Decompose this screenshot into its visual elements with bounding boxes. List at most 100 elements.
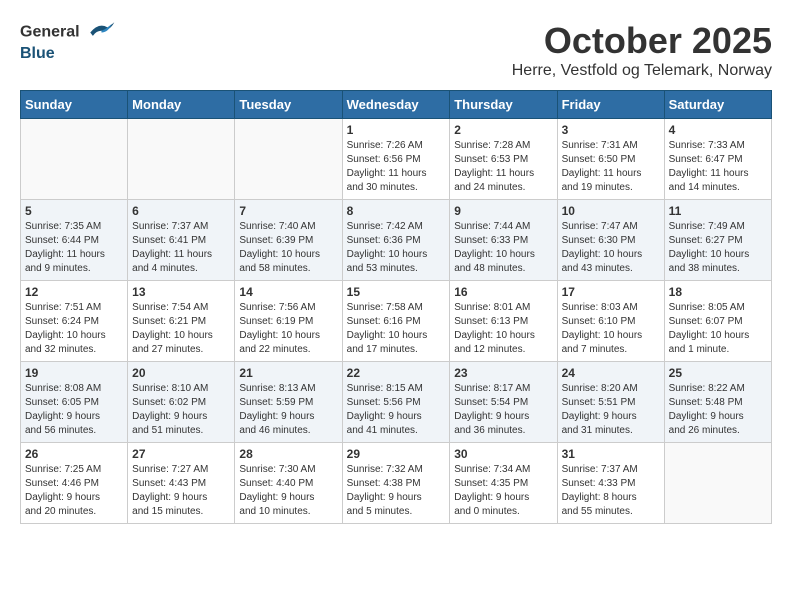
day-info: Sunrise: 7:49 AM Sunset: 6:27 PM Dayligh… <box>669 220 767 276</box>
calendar-header-sunday: Sunday <box>21 91 128 119</box>
day-info: Sunrise: 7:37 AM Sunset: 4:33 PM Dayligh… <box>562 463 660 519</box>
day-number: 6 <box>132 204 230 218</box>
day-info: Sunrise: 7:31 AM Sunset: 6:50 PM Dayligh… <box>562 139 660 195</box>
calendar-cell <box>128 119 235 200</box>
calendar-cell: 3 Sunrise: 7:31 AM Sunset: 6:50 PM Daylig… <box>557 119 664 200</box>
calendar-cell: 23 Sunrise: 8:17 AM Sunset: 5:54 PM Dayli… <box>450 362 557 443</box>
calendar-cell: 24Sunrise: 8:20 AM Sunset: 5:51 PM Dayli… <box>557 362 664 443</box>
day-number: 15 <box>347 285 446 299</box>
day-info: Sunrise: 8:08 AM Sunset: 6:05 PM Dayligh… <box>25 382 123 438</box>
day-info: Sunrise: 7:42 AM Sunset: 6:36 PM Dayligh… <box>347 220 446 276</box>
day-number: 8 <box>347 204 446 218</box>
day-info: Sunrise: 8:05 AM Sunset: 6:07 PM Dayligh… <box>669 301 767 357</box>
logo-general: General <box>20 20 116 45</box>
day-number: 20 <box>132 366 230 380</box>
day-info: Sunrise: 8:15 AM Sunset: 5:56 PM Dayligh… <box>347 382 446 438</box>
calendar-cell: 17 Sunrise: 8:03 AM Sunset: 6:10 PM Dayli… <box>557 281 664 362</box>
day-info: Sunrise: 8:03 AM Sunset: 6:10 PM Dayligh… <box>562 301 660 357</box>
day-number: 5 <box>25 204 123 218</box>
calendar-cell: 10Sunrise: 7:47 AM Sunset: 6:30 PM Dayli… <box>557 200 664 281</box>
calendar-header-monday: Monday <box>128 91 235 119</box>
calendar-cell: 4 Sunrise: 7:33 AM Sunset: 6:47 PM Daylig… <box>664 119 771 200</box>
header: General Blue October 2025 Herre, Vestfol… <box>20 20 772 80</box>
day-info: Sunrise: 7:27 AM Sunset: 4:43 PM Dayligh… <box>132 463 230 519</box>
day-info: Sunrise: 8:20 AM Sunset: 5:51 PM Dayligh… <box>562 382 660 438</box>
calendar-header-tuesday: Tuesday <box>235 91 342 119</box>
calendar-cell: 13 Sunrise: 7:54 AM Sunset: 6:21 PM Dayli… <box>128 281 235 362</box>
logo-bird-icon <box>86 20 116 45</box>
calendar-cell <box>235 119 342 200</box>
day-number: 23 <box>454 366 552 380</box>
calendar-cell: 11Sunrise: 7:49 AM Sunset: 6:27 PM Dayli… <box>664 200 771 281</box>
day-info: Sunrise: 7:44 AM Sunset: 6:33 PM Dayligh… <box>454 220 552 276</box>
day-number: 3 <box>562 123 660 137</box>
calendar-cell: 21 Sunrise: 8:13 AM Sunset: 5:59 PM Dayli… <box>235 362 342 443</box>
calendar-cell <box>664 443 771 524</box>
calendar-cell: 12Sunrise: 7:51 AM Sunset: 6:24 PM Dayli… <box>21 281 128 362</box>
day-number: 29 <box>347 447 446 461</box>
calendar-header-wednesday: Wednesday <box>342 91 450 119</box>
day-info: Sunrise: 7:28 AM Sunset: 6:53 PM Dayligh… <box>454 139 552 195</box>
day-number: 14 <box>239 285 337 299</box>
calendar-header-saturday: Saturday <box>664 91 771 119</box>
calendar-cell: 9Sunrise: 7:44 AM Sunset: 6:33 PM Daylig… <box>450 200 557 281</box>
day-info: Sunrise: 7:58 AM Sunset: 6:16 PM Dayligh… <box>347 301 446 357</box>
calendar-header-friday: Friday <box>557 91 664 119</box>
calendar-cell: 30 Sunrise: 7:34 AM Sunset: 4:35 PM Dayli… <box>450 443 557 524</box>
calendar-week-1: 1 Sunrise: 7:26 AM Sunset: 6:56 PM Daylig… <box>21 119 772 200</box>
calendar-cell: 15 Sunrise: 7:58 AM Sunset: 6:16 PM Dayli… <box>342 281 450 362</box>
day-info: Sunrise: 7:40 AM Sunset: 6:39 PM Dayligh… <box>239 220 337 276</box>
day-number: 19 <box>25 366 123 380</box>
day-number: 22 <box>347 366 446 380</box>
day-number: 1 <box>347 123 446 137</box>
calendar: SundayMondayTuesdayWednesdayThursdayFrid… <box>20 90 772 524</box>
day-number: 16 <box>454 285 552 299</box>
day-info: Sunrise: 7:25 AM Sunset: 4:46 PM Dayligh… <box>25 463 123 519</box>
month-title: October 2025 <box>512 20 772 62</box>
calendar-header-thursday: Thursday <box>450 91 557 119</box>
calendar-cell: 6 Sunrise: 7:37 AM Sunset: 6:41 PM Daylig… <box>128 200 235 281</box>
location-title: Herre, Vestfold og Telemark, Norway <box>512 62 772 80</box>
day-info: Sunrise: 7:34 AM Sunset: 4:35 PM Dayligh… <box>454 463 552 519</box>
day-info: Sunrise: 7:47 AM Sunset: 6:30 PM Dayligh… <box>562 220 660 276</box>
day-info: Sunrise: 8:01 AM Sunset: 6:13 PM Dayligh… <box>454 301 552 357</box>
day-info: Sunrise: 7:51 AM Sunset: 6:24 PM Dayligh… <box>25 301 123 357</box>
day-info: Sunrise: 7:26 AM Sunset: 6:56 PM Dayligh… <box>347 139 446 195</box>
calendar-cell: 2 Sunrise: 7:28 AM Sunset: 6:53 PM Daylig… <box>450 119 557 200</box>
day-number: 7 <box>239 204 337 218</box>
calendar-cell: 27Sunrise: 7:27 AM Sunset: 4:43 PM Dayli… <box>128 443 235 524</box>
day-info: Sunrise: 7:35 AM Sunset: 6:44 PM Dayligh… <box>25 220 123 276</box>
day-number: 4 <box>669 123 767 137</box>
day-info: Sunrise: 7:33 AM Sunset: 6:47 PM Dayligh… <box>669 139 767 195</box>
day-number: 21 <box>239 366 337 380</box>
day-info: Sunrise: 8:17 AM Sunset: 5:54 PM Dayligh… <box>454 382 552 438</box>
calendar-cell: 22 Sunrise: 8:15 AM Sunset: 5:56 PM Dayli… <box>342 362 450 443</box>
calendar-cell: 5 Sunrise: 7:35 AM Sunset: 6:44 PM Daylig… <box>21 200 128 281</box>
title-area: October 2025 Herre, Vestfold og Telemark… <box>512 20 772 80</box>
calendar-week-3: 12Sunrise: 7:51 AM Sunset: 6:24 PM Dayli… <box>21 281 772 362</box>
day-number: 25 <box>669 366 767 380</box>
calendar-cell <box>21 119 128 200</box>
day-number: 30 <box>454 447 552 461</box>
calendar-cell: 29 Sunrise: 7:32 AM Sunset: 4:38 PM Dayli… <box>342 443 450 524</box>
logo-blue: Blue <box>20 45 116 63</box>
day-number: 26 <box>25 447 123 461</box>
day-info: Sunrise: 8:22 AM Sunset: 5:48 PM Dayligh… <box>669 382 767 438</box>
day-info: Sunrise: 7:37 AM Sunset: 6:41 PM Dayligh… <box>132 220 230 276</box>
day-number: 13 <box>132 285 230 299</box>
calendar-cell: 20Sunrise: 8:10 AM Sunset: 6:02 PM Dayli… <box>128 362 235 443</box>
day-number: 28 <box>239 447 337 461</box>
calendar-cell: 14Sunrise: 7:56 AM Sunset: 6:19 PM Dayli… <box>235 281 342 362</box>
day-number: 17 <box>562 285 660 299</box>
calendar-cell: 8 Sunrise: 7:42 AM Sunset: 6:36 PM Daylig… <box>342 200 450 281</box>
day-info: Sunrise: 7:32 AM Sunset: 4:38 PM Dayligh… <box>347 463 446 519</box>
calendar-cell: 31 Sunrise: 7:37 AM Sunset: 4:33 PM Dayli… <box>557 443 664 524</box>
day-info: Sunrise: 8:13 AM Sunset: 5:59 PM Dayligh… <box>239 382 337 438</box>
day-number: 2 <box>454 123 552 137</box>
day-number: 31 <box>562 447 660 461</box>
day-info: Sunrise: 7:54 AM Sunset: 6:21 PM Dayligh… <box>132 301 230 357</box>
calendar-cell: 1 Sunrise: 7:26 AM Sunset: 6:56 PM Daylig… <box>342 119 450 200</box>
calendar-header-row: SundayMondayTuesdayWednesdayThursdayFrid… <box>21 91 772 119</box>
calendar-cell: 26 Sunrise: 7:25 AM Sunset: 4:46 PM Dayli… <box>21 443 128 524</box>
day-info: Sunrise: 7:30 AM Sunset: 4:40 PM Dayligh… <box>239 463 337 519</box>
